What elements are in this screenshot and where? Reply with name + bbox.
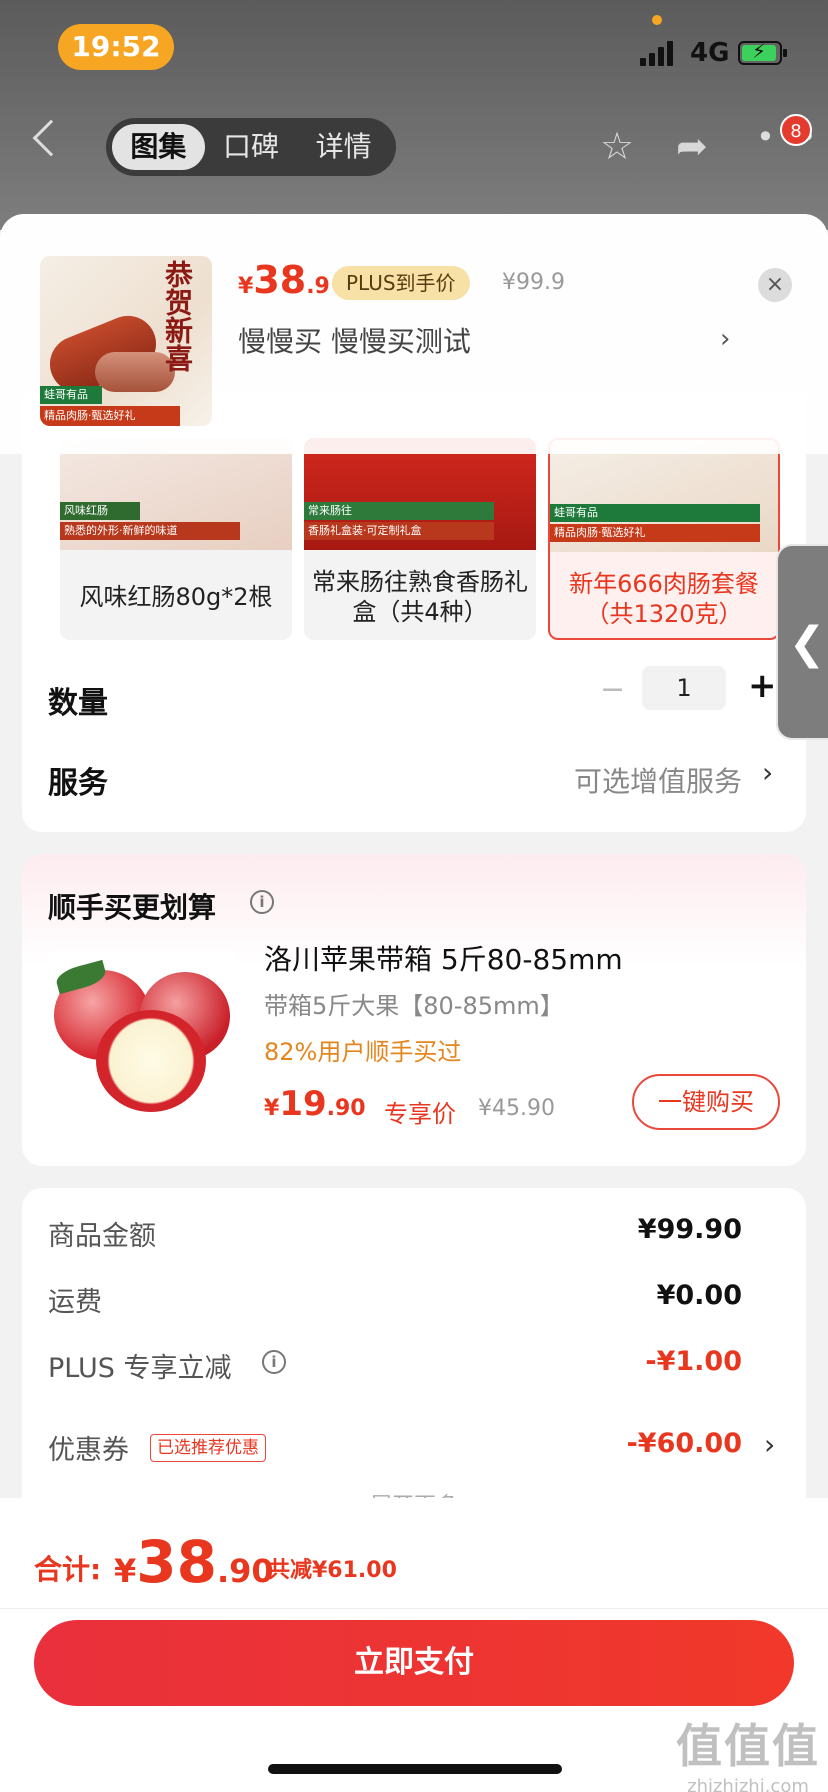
side-drawer-handle[interactable]: ❮: [776, 544, 828, 740]
coupon-tag: 已选推荐优惠: [150, 1434, 266, 1462]
thumbnail-slogan: 精品肉肠·甄选好礼: [40, 406, 180, 426]
option-card[interactable]: 风味红肠 熟悉的外形·新鲜的味道 风味红肠80g*2根: [60, 438, 292, 640]
addon-original-price: ¥45.90: [478, 1096, 555, 1121]
addon-price: ¥19.90: [264, 1084, 366, 1124]
thumbnail-calligraphy: 恭贺新喜: [161, 260, 194, 372]
addon-spec: 带箱5斤大果【80-85mm】: [264, 992, 564, 1020]
total-saved: 共减¥61.00: [268, 1558, 397, 1583]
addon-card: 顺手买更划算 i 洛川苹果带箱 5斤80-85mm 带箱5斤大果【80-85mm…: [22, 854, 806, 1166]
privacy-dot-icon: [652, 15, 662, 25]
status-time: 19:52: [58, 24, 174, 70]
plus-price-tag: PLUS到手价: [332, 266, 470, 300]
home-indicator[interactable]: [268, 1764, 562, 1774]
option-label: 常来肠往熟食香肠礼盒（共4种）: [312, 568, 528, 626]
network-type: 4G: [690, 38, 730, 68]
chevron-right-icon[interactable]: ›: [762, 756, 773, 789]
tab-gallery[interactable]: 图集: [112, 124, 205, 170]
selected-product-name[interactable]: 慢慢买 慢慢买测试: [238, 320, 471, 360]
chevron-right-icon[interactable]: ›: [764, 1428, 775, 1461]
breakdown-label: PLUS 专享立减: [48, 1353, 232, 1384]
addon-price-tag: 专享价: [384, 1100, 456, 1128]
breakdown-value: ¥0.00: [656, 1280, 742, 1311]
battery-icon: ⚡: [738, 39, 787, 65]
original-price: ¥99.9: [502, 270, 565, 295]
option-label: 风味红肠80g*2根: [79, 583, 273, 611]
tab-reviews[interactable]: 口碑: [205, 124, 298, 170]
addon-product-title[interactable]: 洛川苹果带箱 5斤80-85mm: [264, 938, 623, 978]
total-label: 合计:: [34, 1553, 102, 1586]
option-label: 新年666肉肠套餐（共1320克）: [569, 570, 759, 628]
info-icon[interactable]: i: [250, 890, 274, 914]
option-card[interactable]: 常来肠往 香肠礼盒装·可定制礼盒 常来肠往熟食香肠礼盒（共4种）: [304, 438, 536, 640]
option-image: 风味红肠 熟悉的外形·新鲜的味道: [60, 438, 292, 550]
share-icon[interactable]: ➦: [676, 124, 708, 168]
tab-details[interactable]: 详情: [297, 124, 390, 170]
product-thumbnail: 恭贺新喜 蛙哥有品 精品肉肠·甄选好礼: [40, 256, 212, 426]
pay-now-button[interactable]: 立即支付: [34, 1620, 794, 1706]
info-icon[interactable]: i: [262, 1350, 286, 1374]
message-badge: 8: [780, 114, 812, 146]
current-price: ¥38.9: [238, 258, 330, 302]
checkout-footer: 合计: ¥38.90 共减¥61.00 立即支付 值值值 zhizhizhi.c…: [0, 1498, 828, 1792]
watermark-logo: 值值值 zhizhizhi.com: [676, 1719, 820, 1792]
total-price: ¥38.90: [114, 1528, 274, 1596]
breakdown-label: 商品金额: [48, 1221, 156, 1252]
breakdown-label: 运费: [48, 1287, 102, 1318]
sheet-header: 恭贺新喜 蛙哥有品 精品肉肠·甄选好礼 ¥38.9 PLUS到手价 ¥99.9 …: [0, 214, 828, 454]
service-label: 服务: [48, 766, 108, 801]
one-click-buy-button[interactable]: 一键购买: [632, 1074, 780, 1130]
addon-image[interactable]: [48, 950, 236, 1134]
quantity-input[interactable]: 1: [642, 666, 726, 710]
thumbnail-brand: 蛙哥有品: [40, 386, 102, 404]
option-image: 常来肠往 香肠礼盒装·可定制礼盒: [304, 438, 536, 550]
quantity-plus-button[interactable]: +: [748, 666, 777, 706]
quantity-label: 数量: [48, 686, 108, 721]
option-image: 蛙哥有品 精品肉肠·甄选好礼: [550, 440, 778, 552]
quantity-minus-button[interactable]: −: [600, 672, 625, 707]
breakdown-value: ¥99.90: [637, 1214, 742, 1245]
breakdown-label: 优惠券: [48, 1435, 129, 1466]
divider: [0, 1608, 828, 1609]
breakdown-value: -¥1.00: [645, 1346, 742, 1377]
chevron-right-icon[interactable]: ›: [720, 324, 730, 354]
star-icon[interactable]: ☆: [600, 124, 634, 168]
option-card-selected[interactable]: 蛙哥有品 精品肉肠·甄选好礼 新年666肉肠套餐（共1320克）: [548, 438, 780, 640]
close-button[interactable]: ×: [758, 268, 792, 302]
addon-title: 顺手买更划算: [48, 891, 217, 924]
signal-icon: [640, 40, 676, 66]
price-breakdown-card: 商品金额 ¥99.90 运费 ¥0.00 PLUS 专享立减 i -¥1.00 …: [22, 1188, 806, 1519]
addon-rate: 82%用户顺手买过: [264, 1038, 462, 1066]
tab-switcher: 图集 口碑 详情: [106, 118, 396, 176]
service-value[interactable]: 可选增值服务: [574, 760, 742, 800]
options-card: 风味红肠 熟悉的外形·新鲜的味道 风味红肠80g*2根 常来肠往 香肠礼盒装·可…: [22, 394, 806, 832]
breakdown-value[interactable]: -¥60.00: [627, 1428, 742, 1459]
